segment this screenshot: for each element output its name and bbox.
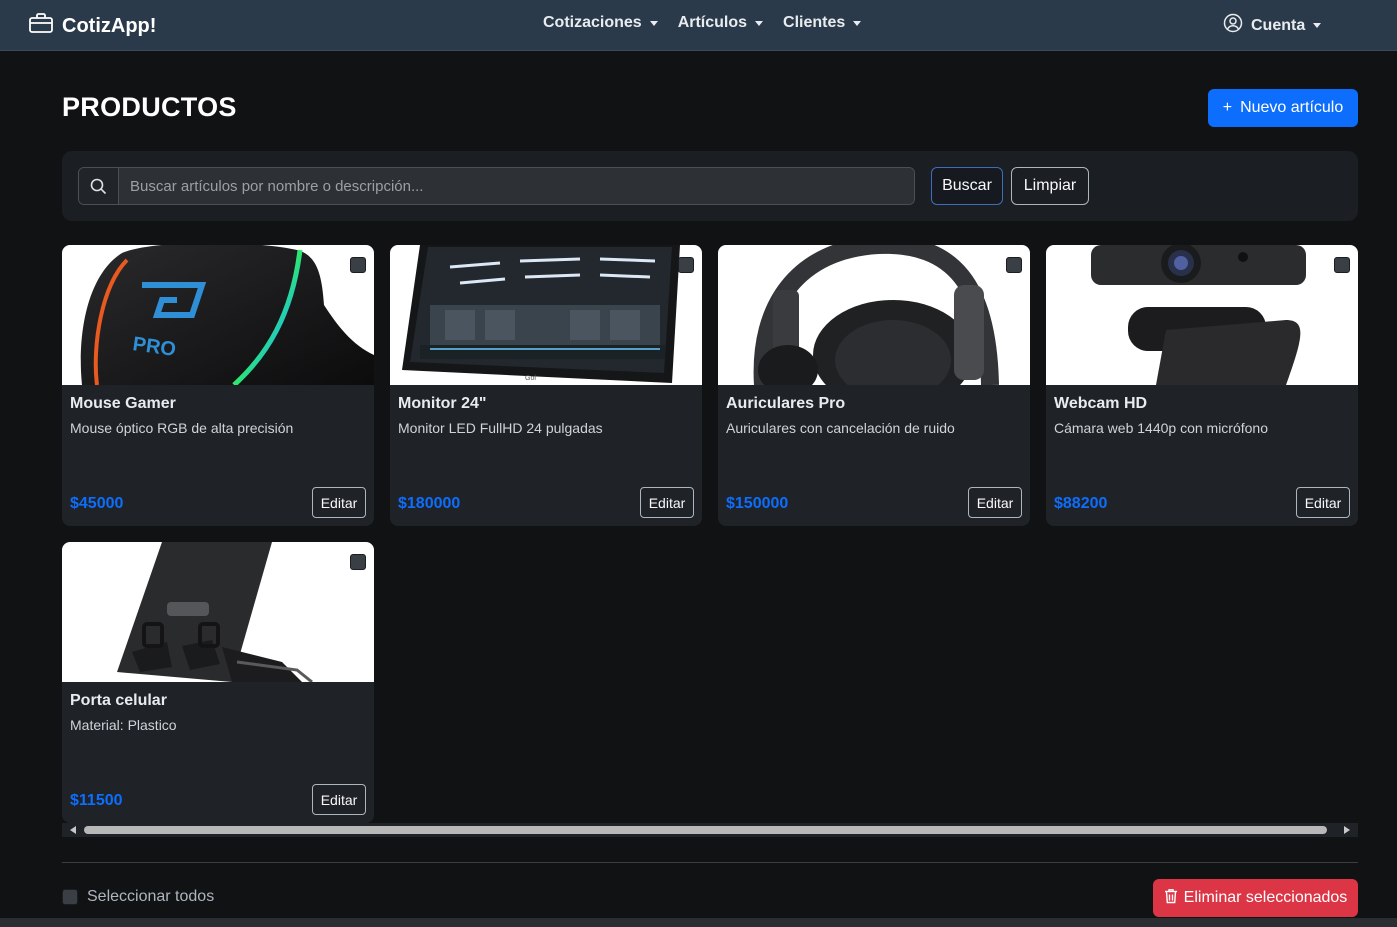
trash-icon <box>1164 888 1178 909</box>
chevron-down-icon <box>853 20 862 26</box>
plus-icon: + <box>1222 99 1233 116</box>
new-article-button[interactable]: + Nuevo artículo <box>1208 89 1358 127</box>
nav-menu-label: Artículos <box>677 14 748 31</box>
product-card: Porta celular Material: Plastico $11500 … <box>62 542 374 823</box>
navbar: CotizApp! Cotizaciones Artículos Cliente… <box>0 0 1397 51</box>
search-icon <box>79 168 119 204</box>
scroll-left-icon[interactable] <box>70 826 76 834</box>
product-description: Mouse óptico RGB de alta precisión <box>70 420 294 436</box>
edit-button[interactable]: Editar <box>1296 487 1350 518</box>
search-group <box>78 167 915 205</box>
bottom-strip <box>0 918 1397 927</box>
product-price: $180000 <box>398 495 461 512</box>
delete-selected-label: Eliminar seleccionados <box>1183 889 1348 906</box>
svg-text:Gol: Gol <box>525 375 536 382</box>
product-image <box>62 542 374 682</box>
product-price: $150000 <box>726 495 789 512</box>
select-all-checkbox[interactable]: Seleccionar todos <box>62 888 214 906</box>
edit-button[interactable]: Editar <box>968 487 1022 518</box>
new-article-label: Nuevo artículo <box>1240 99 1344 116</box>
search-panel: Buscar Limpiar <box>62 151 1358 221</box>
product-description: Material: Plastico <box>70 717 177 733</box>
scrollbar-thumb[interactable] <box>84 826 1327 834</box>
product-image: PRO <box>62 245 374 385</box>
select-checkbox[interactable] <box>1006 257 1022 273</box>
nav-menu-cotizaciones[interactable]: Cotizaciones <box>543 14 658 32</box>
scroll-right-icon[interactable] <box>1344 826 1350 834</box>
select-all-label: Seleccionar todos <box>87 888 215 905</box>
clear-button[interactable]: Limpiar <box>1011 167 1089 205</box>
account-menu[interactable]: Cuenta <box>1223 13 1322 38</box>
horizontal-scrollbar[interactable] <box>62 823 1358 837</box>
select-checkbox[interactable] <box>678 257 694 273</box>
nav-menu-label: Clientes <box>783 14 846 31</box>
product-image <box>718 245 1030 385</box>
user-circle-icon <box>1223 13 1243 38</box>
product-card: Auriculares Pro Auriculares con cancelac… <box>718 245 1030 526</box>
briefcase-icon <box>28 12 54 40</box>
product-name: Mouse Gamer <box>70 395 176 412</box>
brand-name: CotizApp! <box>62 14 157 37</box>
chevron-down-icon <box>1313 23 1322 28</box>
nav-menu-label: Cotizaciones <box>543 14 642 31</box>
checkbox-box[interactable] <box>62 889 78 905</box>
product-image: Gol <box>390 245 702 385</box>
product-description: Monitor LED FullHD 24 pulgadas <box>398 420 603 436</box>
product-description: Auriculares con cancelación de ruido <box>726 420 955 436</box>
page-title: PRODUCTOS <box>62 92 237 122</box>
search-button[interactable]: Buscar <box>931 167 1003 205</box>
product-image <box>1046 245 1358 385</box>
product-name: Monitor 24" <box>398 395 487 412</box>
product-card: PRO Mouse Gamer Mouse óptico RGB de alta… <box>62 245 374 526</box>
select-checkbox[interactable] <box>1334 257 1350 273</box>
select-checkbox[interactable] <box>350 257 366 273</box>
chevron-down-icon <box>649 20 658 26</box>
delete-selected-button[interactable]: Eliminar seleccionados <box>1153 879 1358 917</box>
nav-menu-clientes[interactable]: Clientes <box>783 14 862 32</box>
search-input[interactable] <box>119 168 914 204</box>
product-name: Webcam HD <box>1054 395 1148 412</box>
product-card: Webcam HD Cámara web 1440p con micrófono… <box>1046 245 1358 526</box>
nav-menu-articulos[interactable]: Artículos <box>677 14 764 32</box>
chevron-down-icon <box>755 20 764 26</box>
divider <box>62 862 1358 863</box>
brand[interactable]: CotizApp! <box>28 12 156 40</box>
main-nav: Cotizaciones Artículos Clientes <box>543 14 862 32</box>
edit-button[interactable]: Editar <box>312 487 366 518</box>
edit-button[interactable]: Editar <box>312 784 366 815</box>
product-name: Auriculares Pro <box>726 395 846 412</box>
select-checkbox[interactable] <box>350 554 366 570</box>
product-price: $88200 <box>1054 495 1108 512</box>
account-label: Cuenta <box>1251 16 1306 34</box>
product-price: $45000 <box>70 495 124 512</box>
product-card: Gol Monitor 24" Monitor LED FullHD 24 pu… <box>390 245 702 526</box>
product-name: Porta celular <box>70 692 167 709</box>
edit-button[interactable]: Editar <box>640 487 694 518</box>
product-description: Cámara web 1440p con micrófono <box>1054 420 1269 436</box>
product-price: $11500 <box>70 792 123 809</box>
